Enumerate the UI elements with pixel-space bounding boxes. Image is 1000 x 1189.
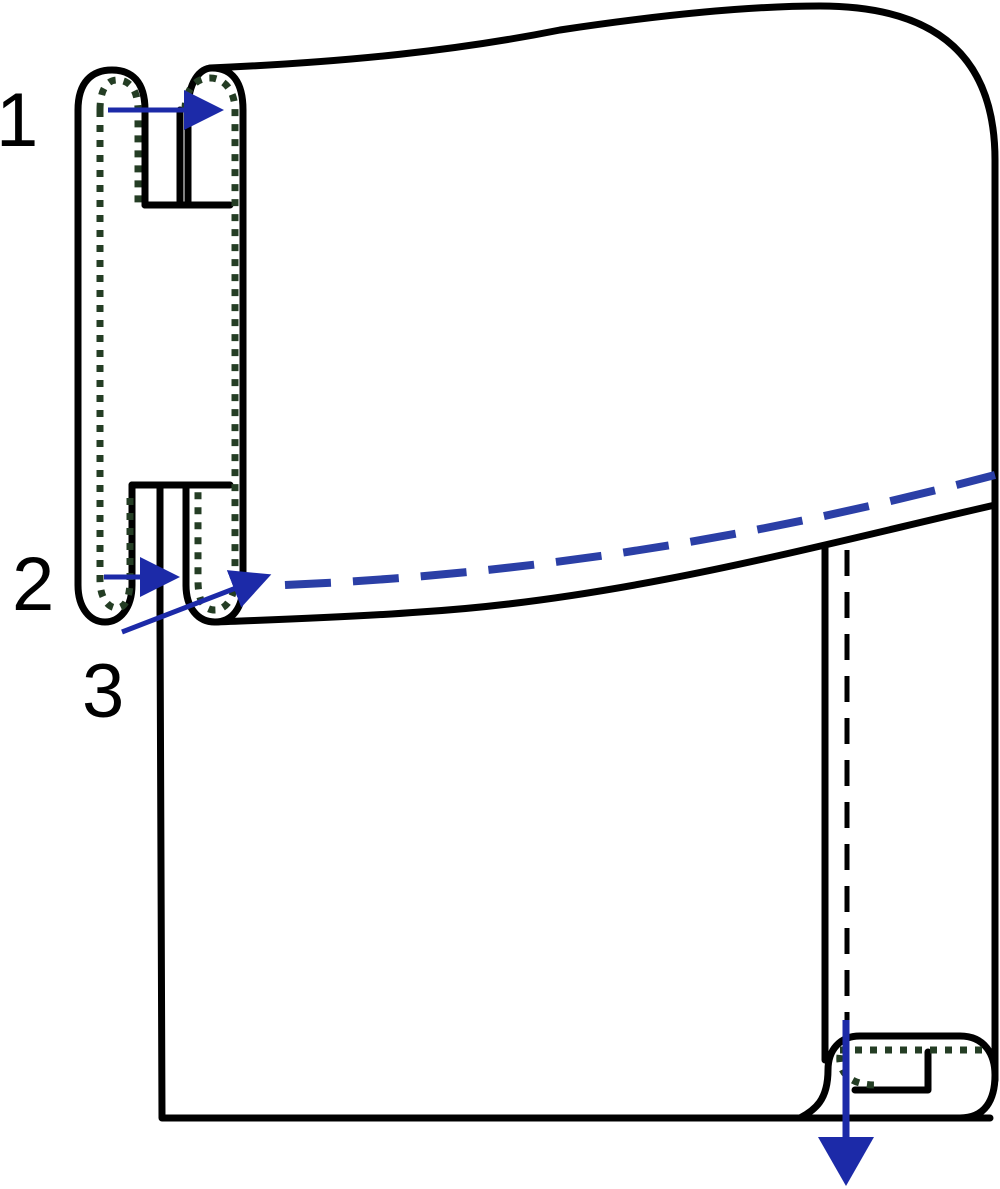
upper-panel <box>206 2 999 626</box>
step-label-3: 3 <box>82 649 124 734</box>
folding-diagram: 1 2 3 <box>0 2 999 1186</box>
step-label-2: 2 <box>12 542 54 627</box>
step-label-1: 1 <box>0 78 38 163</box>
